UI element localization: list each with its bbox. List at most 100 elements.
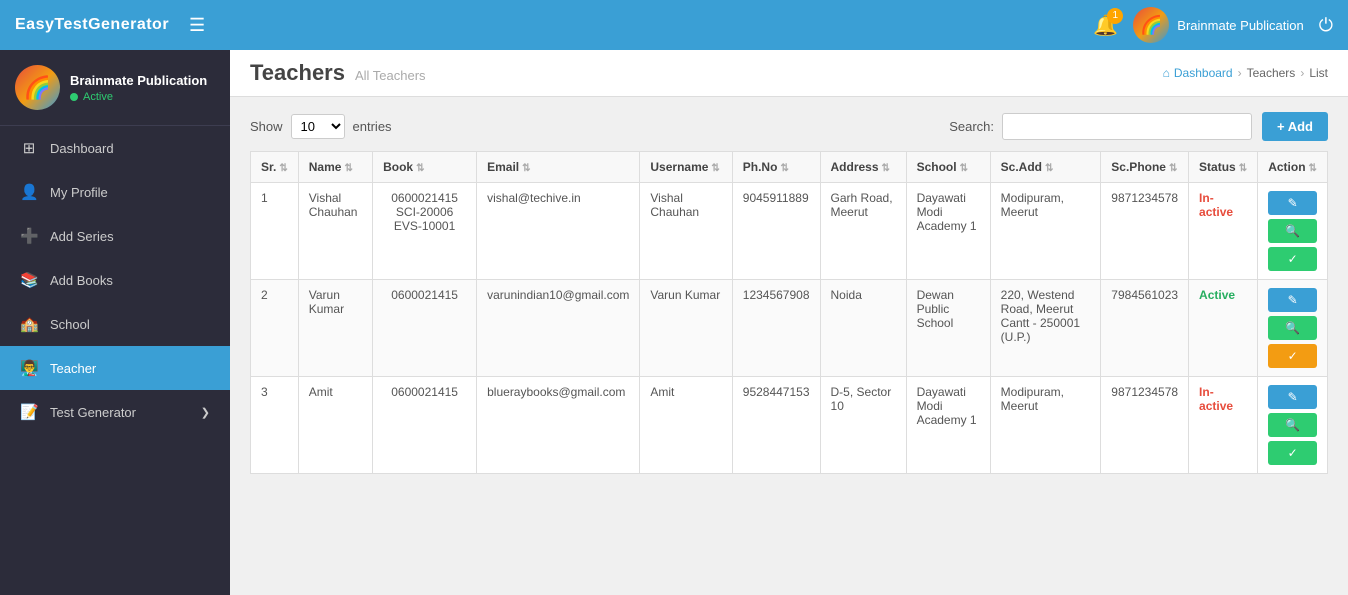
- status-toggle-button[interactable]: ✓: [1268, 441, 1317, 465]
- action-buttons: ✎ 🔍 ✓: [1268, 288, 1317, 368]
- view-button[interactable]: 🔍: [1268, 413, 1317, 437]
- notification-bell[interactable]: 🔔 1: [1093, 13, 1118, 38]
- sidebar-navigation: ⊞ Dashboard 👤 My Profile ➕ Add Series 📚 …: [0, 126, 230, 595]
- navbar-username: Brainmate Publication: [1177, 18, 1303, 33]
- sort-icon[interactable]: ⇅: [1045, 163, 1053, 174]
- sidebar-item-school[interactable]: 🏫 School: [0, 302, 230, 346]
- show-entries-control: Show 10 25 50 100 entries: [250, 114, 392, 139]
- entries-label: entries: [353, 119, 392, 134]
- show-label: Show: [250, 119, 283, 134]
- sidebar-status: Active: [70, 91, 207, 103]
- action-buttons: ✎ 🔍 ✓: [1268, 191, 1317, 271]
- table-body: 1 Vishal Chauhan 0600021415 SCI-20006 EV…: [251, 183, 1328, 474]
- cell-status: Active: [1189, 280, 1258, 377]
- sidebar-item-label: Teacher: [50, 361, 96, 376]
- cell-phno: 9045911889: [732, 183, 820, 280]
- sort-icon[interactable]: ⇅: [780, 163, 788, 174]
- status-badge: In-active: [1199, 191, 1233, 219]
- sort-icon[interactable]: ⇅: [416, 163, 424, 174]
- view-button[interactable]: 🔍: [1268, 316, 1317, 340]
- main-content: Teachers All Teachers ⌂ Dashboard › Teac…: [230, 50, 1348, 595]
- sidebar-profile: 🌈 Brainmate Publication Active: [0, 50, 230, 126]
- cell-email: varunindian10@gmail.com: [477, 280, 640, 377]
- status-toggle-button[interactable]: ✓: [1268, 344, 1317, 368]
- view-button[interactable]: 🔍: [1268, 219, 1317, 243]
- cell-phno: 1234567908: [732, 280, 820, 377]
- profile-icon: 👤: [20, 183, 38, 201]
- sort-icon[interactable]: ⇅: [1309, 163, 1317, 174]
- cell-username: Vishal Chauhan: [640, 183, 732, 280]
- sort-icon[interactable]: ⇅: [279, 163, 287, 174]
- breadcrumb-separator-2: ›: [1300, 66, 1304, 80]
- cell-address: D-5, Sector 10: [820, 377, 906, 474]
- teachers-table: Sr.⇅ Name⇅ Book⇅ Email⇅ Username⇅ Ph.No⇅…: [250, 151, 1328, 474]
- cell-name: Varun Kumar: [298, 280, 372, 377]
- cell-email: vishal@techive.in: [477, 183, 640, 280]
- edit-button[interactable]: ✎: [1268, 191, 1317, 215]
- cell-username: Varun Kumar: [640, 280, 732, 377]
- sort-icon[interactable]: ⇅: [960, 163, 968, 174]
- search-label: Search:: [949, 119, 994, 134]
- sidebar-item-add-series[interactable]: ➕ Add Series: [0, 214, 230, 258]
- col-address: Address⇅: [820, 152, 906, 183]
- cell-name: Amit: [298, 377, 372, 474]
- sort-icon[interactable]: ⇅: [1169, 163, 1177, 174]
- table-row: 2 Varun Kumar 0600021415 varunindian10@g…: [251, 280, 1328, 377]
- teacher-icon: 👨‍🏫: [20, 359, 38, 377]
- navbar-left: EasyTestGenerator ☰: [15, 15, 205, 36]
- hamburger-icon[interactable]: ☰: [189, 15, 205, 36]
- add-teacher-button[interactable]: + Add: [1262, 112, 1328, 141]
- add-series-icon: ➕: [20, 227, 38, 245]
- sort-icon[interactable]: ⇅: [882, 163, 890, 174]
- col-sc-add: Sc.Add⇅: [990, 152, 1101, 183]
- cell-phno: 9528447153: [732, 377, 820, 474]
- search-input[interactable]: [1002, 113, 1252, 140]
- status-label: Active: [83, 91, 113, 103]
- sidebar-item-label: Test Generator: [50, 405, 136, 420]
- sidebar-item-dashboard[interactable]: ⊞ Dashboard: [0, 126, 230, 170]
- status-toggle-button[interactable]: ✓: [1268, 247, 1317, 271]
- cell-sc-phone: 7984561023: [1101, 280, 1189, 377]
- cell-sc-phone: 9871234578: [1101, 377, 1189, 474]
- breadcrumb-teachers: Teachers: [1247, 66, 1296, 80]
- navbar-user-info[interactable]: 🌈 Brainmate Publication: [1133, 7, 1303, 43]
- school-icon: 🏫: [20, 315, 38, 333]
- col-email: Email⇅: [477, 152, 640, 183]
- col-name: Name⇅: [298, 152, 372, 183]
- cell-address: Garh Road, Meerut: [820, 183, 906, 280]
- sidebar-item-teacher[interactable]: 👨‍🏫 Teacher: [0, 346, 230, 390]
- cell-status: In-active: [1189, 377, 1258, 474]
- chevron-right-icon: ❯: [201, 406, 210, 419]
- breadcrumb-dashboard[interactable]: ⌂ Dashboard: [1163, 66, 1233, 80]
- table-wrapper: Sr.⇅ Name⇅ Book⇅ Email⇅ Username⇅ Ph.No⇅…: [250, 151, 1328, 474]
- sort-icon[interactable]: ⇅: [522, 163, 530, 174]
- main-layout: 🌈 Brainmate Publication Active ⊞ Dashboa…: [0, 50, 1348, 595]
- cell-book: 0600021415 SCI-20006 EVS-10001: [373, 183, 477, 280]
- notification-badge: 1: [1107, 8, 1123, 24]
- cell-sc-add: Modipuram, Meerut: [990, 183, 1101, 280]
- sidebar-item-add-books[interactable]: 📚 Add Books: [0, 258, 230, 302]
- home-icon: ⌂: [1163, 66, 1170, 80]
- cell-action: ✎ 🔍 ✓: [1258, 183, 1328, 280]
- status-badge: In-active: [1199, 385, 1233, 413]
- table-row: 3 Amit 0600021415 blueraybooks@gmail.com…: [251, 377, 1328, 474]
- power-icon[interactable]: ⏻: [1319, 15, 1333, 36]
- cell-sc-phone: 9871234578: [1101, 183, 1189, 280]
- sidebar-item-label: Add Books: [50, 273, 113, 288]
- search-area: Search:: [949, 113, 1252, 140]
- sidebar-item-test-generator[interactable]: 📝 Test Generator ❯: [0, 390, 230, 434]
- sort-icon[interactable]: ⇅: [1239, 163, 1247, 174]
- entries-select[interactable]: 10 25 50 100: [291, 114, 345, 139]
- table-row: 1 Vishal Chauhan 0600021415 SCI-20006 EV…: [251, 183, 1328, 280]
- edit-button[interactable]: ✎: [1268, 385, 1317, 409]
- cell-status: In-active: [1189, 183, 1258, 280]
- edit-button[interactable]: ✎: [1268, 288, 1317, 312]
- header-row: Sr.⇅ Name⇅ Book⇅ Email⇅ Username⇅ Ph.No⇅…: [251, 152, 1328, 183]
- cell-email: blueraybooks@gmail.com: [477, 377, 640, 474]
- table-header: Sr.⇅ Name⇅ Book⇅ Email⇅ Username⇅ Ph.No⇅…: [251, 152, 1328, 183]
- sort-icon[interactable]: ⇅: [344, 163, 352, 174]
- sidebar-item-my-profile[interactable]: 👤 My Profile: [0, 170, 230, 214]
- page-subtitle: All Teachers: [355, 68, 426, 83]
- sort-icon[interactable]: ⇅: [711, 163, 719, 174]
- app-brand: EasyTestGenerator: [15, 16, 169, 34]
